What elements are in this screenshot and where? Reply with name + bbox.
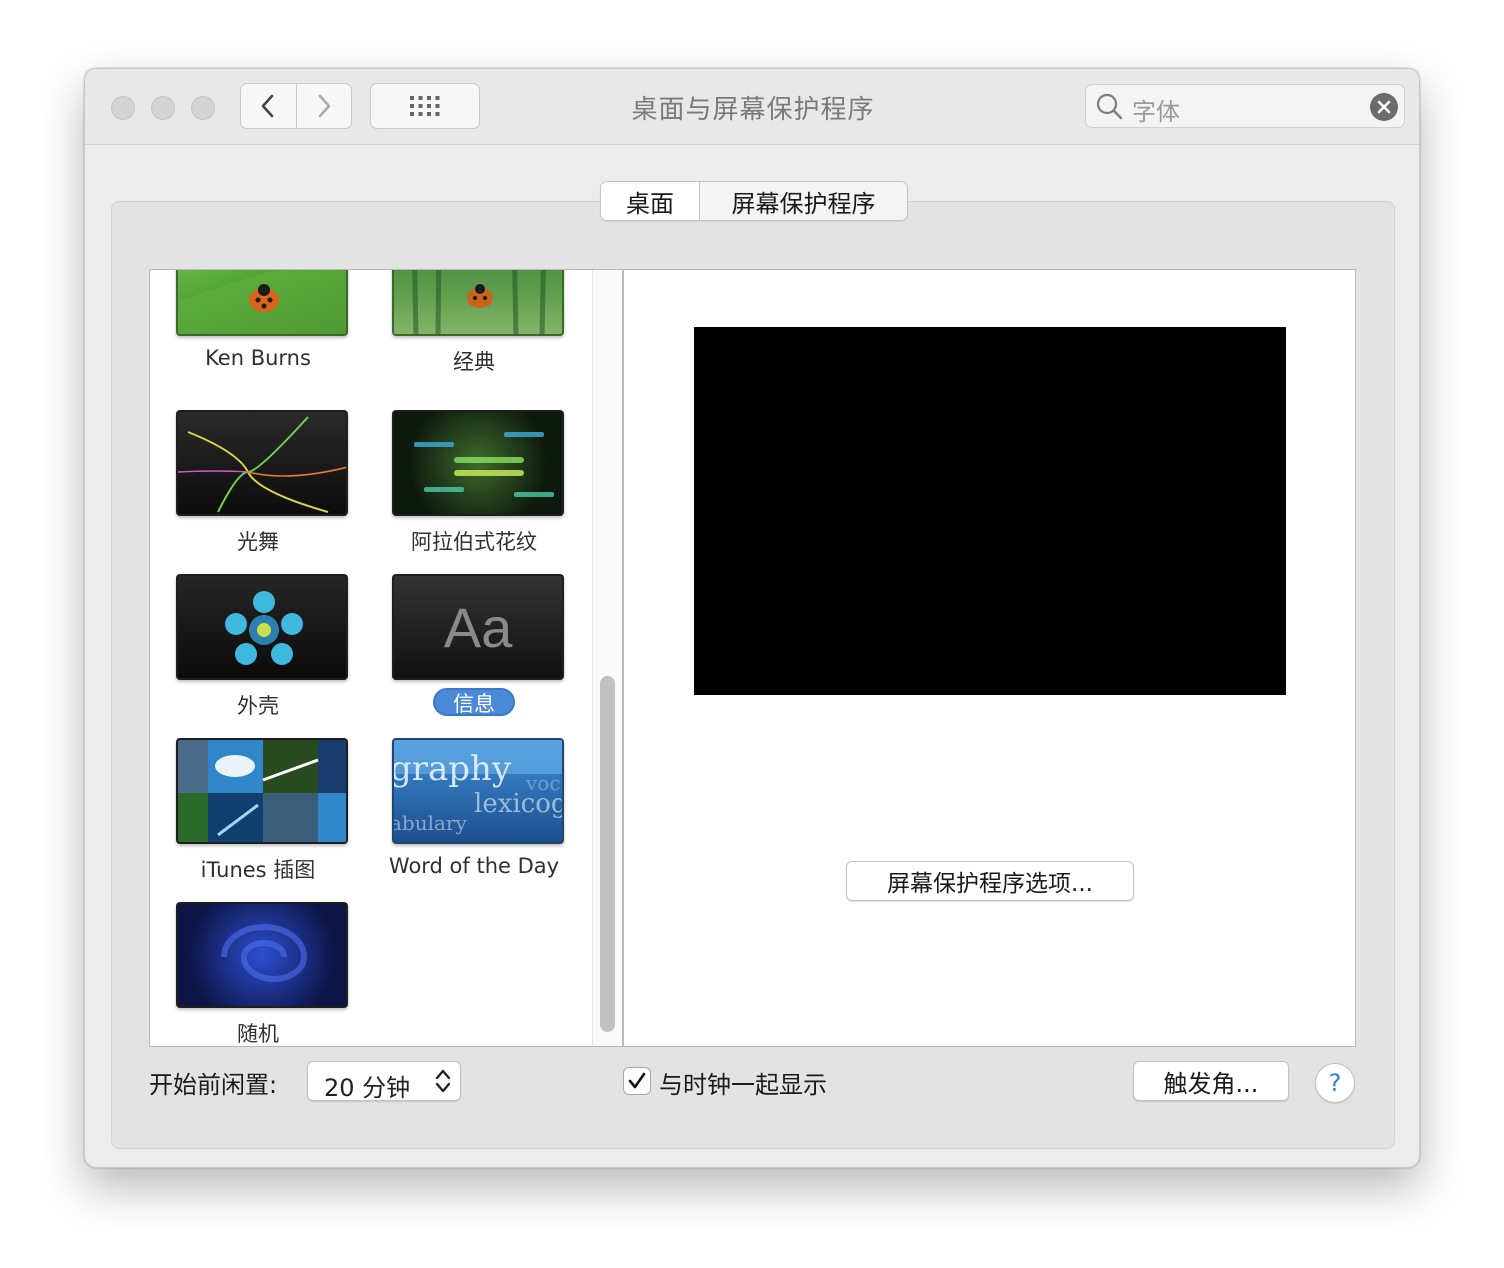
saver-label: 随机	[237, 1022, 279, 1046]
minimize-window-button[interactable]	[151, 96, 175, 120]
saver-label: 信息	[366, 688, 582, 716]
selected-saver-label: 信息	[433, 688, 515, 716]
tab-screen-saver[interactable]: 屏幕保护程序	[699, 182, 907, 220]
svg-text:graphy: graphy	[394, 749, 512, 789]
search-field[interactable]: 字体	[1085, 84, 1405, 128]
search-input[interactable]: 字体	[1132, 92, 1180, 127]
show-all-button[interactable]	[370, 83, 480, 129]
saver-label: iTunes 插图	[200, 858, 316, 882]
saver-label: 光舞	[237, 530, 279, 554]
forward-button[interactable]	[295, 84, 352, 128]
list-scrollbar-thumb[interactable]	[600, 676, 615, 1032]
show-with-clock-label[interactable]: 与时钟一起显示	[659, 1065, 827, 1100]
message-aa-text: Aa	[443, 595, 513, 659]
preferences-window: 桌面与屏幕保护程序 字体 桌面 屏幕保护程序 Ken Burns 经典 光舞 阿…	[84, 68, 1420, 1168]
shell-thumbnail	[176, 574, 348, 680]
saver-label: 阿拉伯式花纹	[411, 530, 537, 554]
screen-saver-list[interactable]: Ken Burns 经典 光舞 阿拉伯式花纹 外壳 Aa 信息 iTunes 插…	[149, 269, 623, 1047]
idle-time-value: 20 分钟	[324, 1074, 411, 1102]
classic-thumbnail	[392, 270, 564, 336]
tab-desktop[interactable]: 桌面	[601, 182, 699, 220]
idle-time-popup[interactable]: 20 分钟	[307, 1061, 461, 1102]
zoom-window-button[interactable]	[191, 96, 215, 120]
saver-label: 外壳	[237, 694, 279, 718]
chevron-right-icon	[318, 94, 331, 118]
saver-label: Word of the Day	[388, 854, 560, 878]
svg-text:abulary: abulary	[394, 811, 467, 835]
clear-search-icon[interactable]	[1370, 93, 1398, 121]
grid-icon	[410, 96, 440, 116]
close-window-button[interactable]	[111, 96, 135, 120]
search-icon	[1096, 93, 1123, 120]
preview-pane: 屏幕保护程序选项...	[623, 269, 1356, 1047]
svg-text:voc: voc	[525, 771, 561, 795]
show-with-clock-checkbox[interactable]	[623, 1067, 651, 1095]
back-button[interactable]	[241, 84, 296, 128]
chevron-left-icon	[261, 94, 274, 118]
window-title: 桌面与屏幕保护程序	[631, 95, 875, 125]
saver-label: 经典	[453, 350, 495, 374]
preview-screen	[694, 327, 1286, 695]
back-forward-group	[240, 83, 352, 129]
random-thumbnail	[176, 902, 348, 1008]
word-of-the-day-thumbnail: graphy lexicog abulary voc	[392, 738, 564, 844]
flurry-thumbnail	[176, 410, 348, 516]
saver-label: Ken Burns	[205, 346, 311, 370]
ken-burns-thumbnail	[176, 270, 348, 336]
stepper-arrows-icon	[435, 1069, 451, 1093]
title-bar: 桌面与屏幕保护程序 字体	[85, 69, 1419, 145]
itunes-artwork-thumbnail	[176, 738, 348, 844]
help-button[interactable]: ?	[1315, 1063, 1355, 1103]
tab-bar: 桌面 屏幕保护程序	[600, 181, 908, 221]
message-thumbnail: Aa	[392, 574, 564, 680]
idle-time-label: 开始前闲置:	[149, 1071, 278, 1099]
list-scrollbar[interactable]	[592, 270, 622, 1046]
checkmark-icon	[628, 1072, 646, 1089]
arabesque-thumbnail	[392, 410, 564, 516]
hot-corners-button[interactable]: 触发角...	[1133, 1061, 1289, 1101]
screen-saver-options-button[interactable]: 屏幕保护程序选项...	[846, 861, 1134, 901]
